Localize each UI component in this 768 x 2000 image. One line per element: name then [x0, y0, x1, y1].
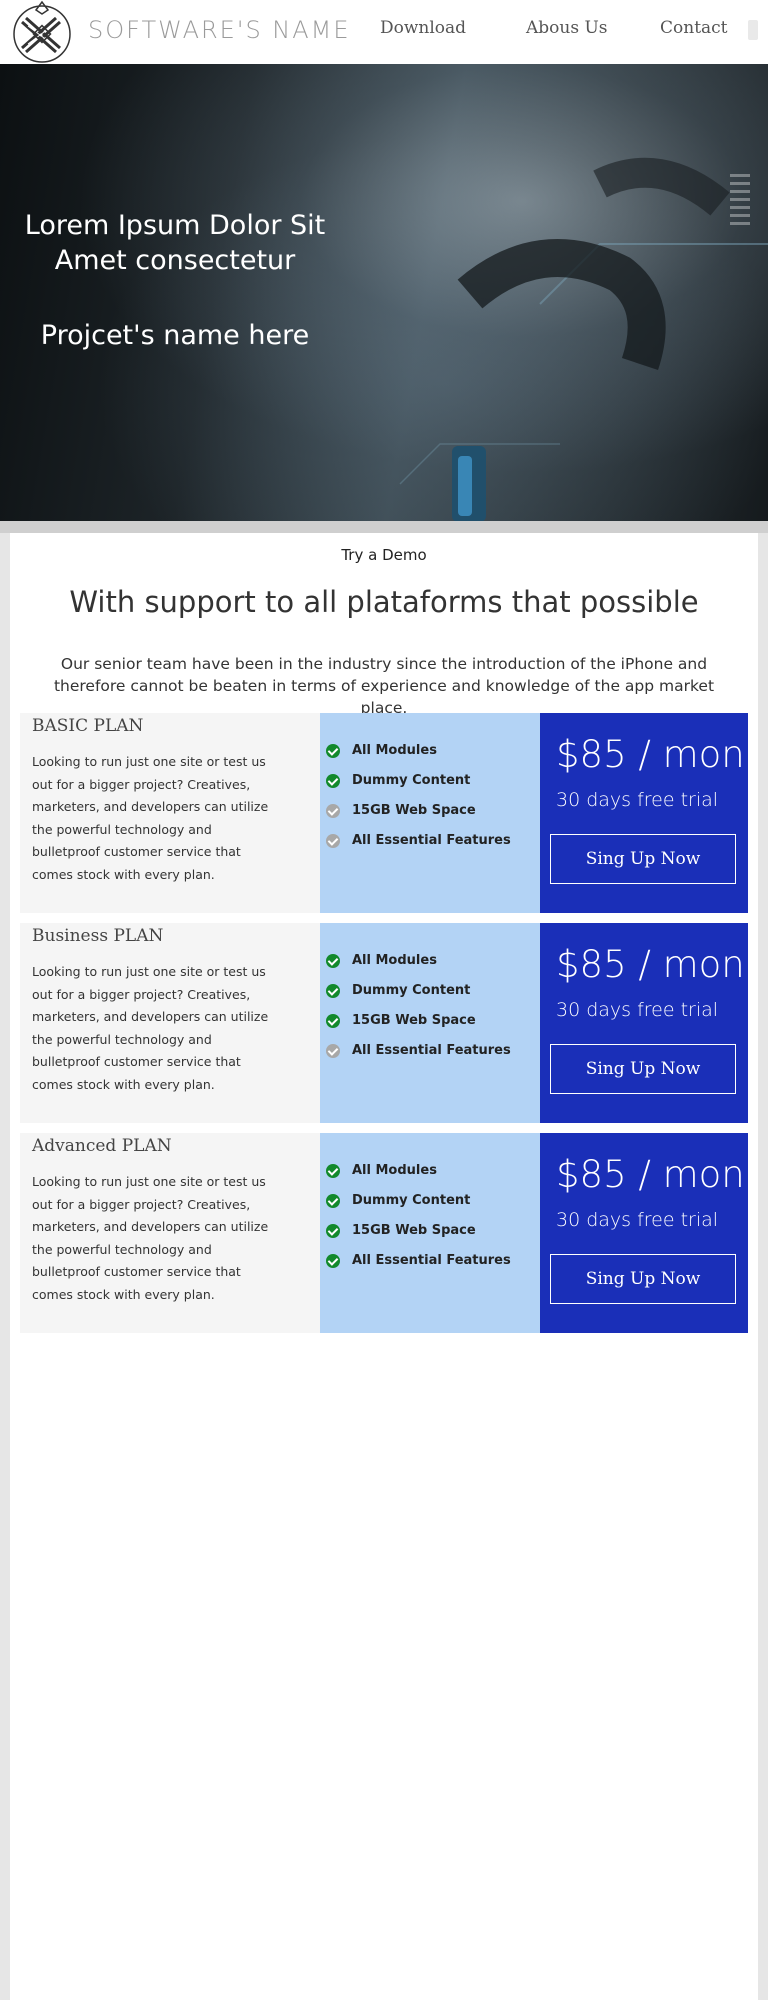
plan-price: $85 / mon [556, 943, 745, 986]
feature-label: Dummy Content [352, 773, 471, 788]
nav-download[interactable]: Download [380, 18, 466, 38]
check-disabled-icon [326, 833, 340, 848]
plan-description: Looking to run just one site or test us … [32, 1174, 269, 1302]
feature-label: 15GB Web Space [352, 803, 476, 818]
hero-subtitle: Projcet's name here [40, 320, 310, 351]
plan-pricing: $85 / mon 30 days free trial Sing Up Now [540, 1133, 748, 1333]
plan-price: $85 / mon [556, 1153, 745, 1196]
hero-banner: Lorem Ipsum Dolor Sit Amet consectetur P… [0, 64, 768, 521]
feature-label: Dummy Content [352, 1193, 471, 1208]
plan-card-basic: BASIC PLAN Looking to run just one site … [20, 713, 748, 913]
feature-item: All Essential Features [326, 1253, 511, 1268]
pricing-section: Try a Demo With support to all plataform… [10, 533, 758, 2000]
check-icon [326, 1193, 340, 1208]
feature-label: All Essential Features [352, 833, 511, 848]
brand-name: Software's Name [88, 16, 351, 44]
feature-label: All Essential Features [352, 1043, 511, 1058]
plan-card-business: Business PLAN Looking to run just one si… [20, 923, 748, 1123]
check-icon [326, 773, 340, 788]
sign-up-button[interactable]: Sing Up Now [550, 1044, 736, 1094]
plan-name: BASIC PLAN [32, 716, 144, 736]
plan-info: BASIC PLAN Looking to run just one site … [20, 713, 320, 913]
plan-pricing: $85 / mon 30 days free trial Sing Up Now [540, 923, 748, 1123]
site-header: Software's Name Download Abous Us Contac… [0, 0, 768, 64]
feature-item: All Modules [326, 1163, 437, 1178]
feature-label: All Essential Features [352, 1253, 511, 1268]
section-intro: Our senior team have been in the industr… [53, 655, 715, 717]
feature-label: All Modules [352, 1163, 437, 1178]
plan-info: Advanced PLAN Looking to run just one si… [20, 1133, 320, 1333]
check-icon [326, 743, 340, 758]
plan-trial: 30 days free trial [556, 999, 719, 1021]
feature-label: All Modules [352, 953, 437, 968]
check-icon [326, 1223, 340, 1238]
header-scroll-handle [748, 20, 758, 40]
feature-label: 15GB Web Space [352, 1013, 476, 1028]
feature-item: 15GB Web Space [326, 1223, 476, 1238]
feature-item: All Modules [326, 743, 437, 758]
feature-item: Dummy Content [326, 773, 470, 788]
sign-up-button[interactable]: Sing Up Now [550, 834, 736, 884]
hero-divider [0, 521, 768, 533]
hero-title-line-1: Lorem Ipsum Dolor Sit [24, 210, 326, 241]
hero-title: Lorem Ipsum Dolor Sit Amet consectetur [0, 208, 350, 278]
feature-label: Dummy Content [352, 983, 471, 998]
check-icon [326, 1163, 340, 1178]
feature-item: Dummy Content [326, 1193, 470, 1208]
feature-label: All Modules [352, 743, 437, 758]
feature-label: 15GB Web Space [352, 1223, 476, 1238]
plan-card-advanced: Advanced PLAN Looking to run just one si… [20, 1133, 748, 1333]
try-demo-link[interactable]: Try a Demo [10, 546, 758, 564]
sign-up-button[interactable]: Sing Up Now [550, 1254, 736, 1304]
check-icon [326, 953, 340, 968]
feature-item: 15GB Web Space [326, 1013, 476, 1028]
check-icon [326, 1013, 340, 1028]
nav-contact[interactable]: Contact [660, 18, 728, 38]
hero-background-graphic [399, 157, 768, 521]
feature-item: All Modules [326, 953, 437, 968]
check-icon [326, 1253, 340, 1268]
plan-description: Looking to run just one site or test us … [32, 964, 269, 1092]
plan-name: Business PLAN [32, 926, 164, 946]
plan-features: All Modules Dummy Content 15GB Web Space… [320, 713, 540, 913]
logo-icon[interactable] [6, 0, 76, 64]
plan-description: Looking to run just one site or test us … [32, 754, 269, 882]
section-headline: With support to all plataforms that poss… [69, 585, 699, 619]
feature-item: All Essential Features [326, 1043, 511, 1058]
plan-features: All Modules Dummy Content 15GB Web Space… [320, 923, 540, 1123]
plan-info: Business PLAN Looking to run just one si… [20, 923, 320, 1123]
plan-features: All Modules Dummy Content 15GB Web Space… [320, 1133, 540, 1333]
plan-trial: 30 days free trial [556, 789, 719, 811]
plan-trial: 30 days free trial [556, 1209, 719, 1231]
feature-item: Dummy Content [326, 983, 470, 998]
feature-item: All Essential Features [326, 833, 511, 848]
check-disabled-icon [326, 803, 340, 818]
hero-title-line-2: Amet consectetur [54, 245, 296, 276]
nav-about-us[interactable]: Abous Us [526, 18, 608, 38]
plan-name: Advanced PLAN [32, 1136, 172, 1156]
check-icon [326, 983, 340, 998]
plan-price: $85 / mon [556, 733, 745, 776]
feature-item: 15GB Web Space [326, 803, 476, 818]
plan-pricing: $85 / mon 30 days free trial Sing Up Now [540, 713, 748, 913]
check-disabled-icon [326, 1043, 340, 1058]
